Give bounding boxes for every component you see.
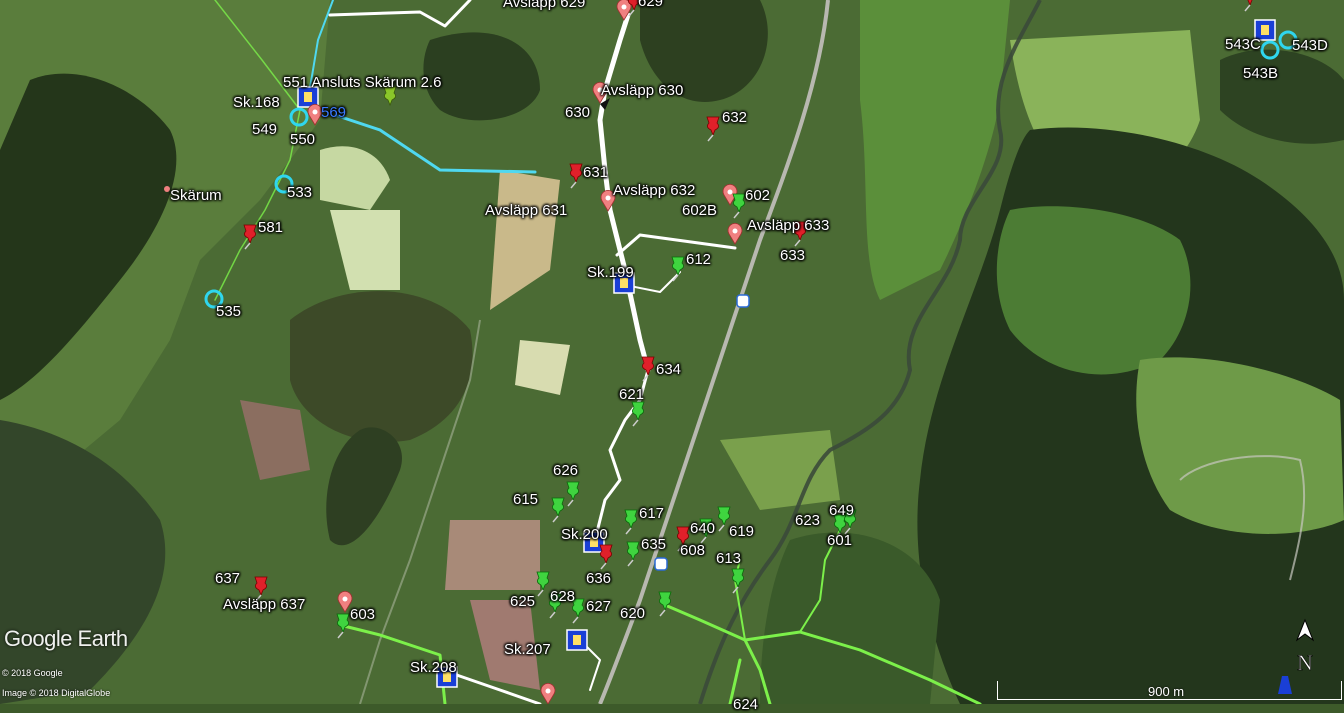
- label-617: 617: [639, 505, 665, 522]
- label-630: 630: [565, 104, 591, 121]
- label-621: 621: [619, 386, 645, 403]
- label-627: 627: [586, 598, 612, 615]
- label-581: 581: [258, 219, 284, 236]
- label-624: 624: [733, 696, 759, 713]
- label-631: 631: [583, 164, 609, 181]
- label-619: 619: [729, 523, 755, 540]
- label-569: 569: [321, 104, 347, 121]
- label-535: 535: [216, 303, 242, 320]
- label-620: 620: [620, 605, 646, 622]
- label-632: 632: [722, 109, 748, 126]
- label-634: 634: [656, 361, 682, 378]
- label-633: 633: [780, 247, 806, 264]
- label-533: 533: [287, 184, 313, 201]
- label-637: 637: [215, 570, 241, 587]
- label-615: 615: [513, 491, 539, 508]
- label-549: 549: [252, 121, 278, 138]
- label-636: 636: [586, 570, 612, 587]
- copyright-imagery: Image © 2018 DigitalGlobe: [2, 688, 111, 698]
- label-543c: 543C: [1225, 36, 1261, 53]
- label-601: 601: [827, 532, 853, 549]
- label-602b: 602B: [682, 202, 718, 219]
- label-avslapp-637: Avsläpp 637: [223, 596, 306, 613]
- satellite-map[interactable]: [0, 0, 1344, 704]
- label-avslapp-633: Avsläpp 633: [747, 217, 830, 234]
- label-543d: 543D: [1292, 37, 1328, 54]
- label-sk208: Sk.208: [410, 659, 457, 676]
- label-sk199: Sk.199: [587, 264, 634, 281]
- label-635: 635: [641, 536, 667, 553]
- label-543b: 543B: [1243, 65, 1279, 82]
- label-avslapp-629: Avsläpp 629: [503, 0, 586, 11]
- label-612: 612: [686, 251, 712, 268]
- label-sk207: Sk.207: [504, 641, 551, 658]
- label-649: 649: [829, 502, 855, 519]
- label-sk200: Sk.200: [561, 526, 608, 543]
- label-603: 603: [350, 606, 376, 623]
- label-602: 602: [745, 187, 771, 204]
- copyright-google: © 2018 Google: [2, 668, 63, 678]
- label-sk168: Sk.168: [233, 94, 280, 111]
- label-608: 608: [680, 542, 706, 559]
- label-640: 640: [690, 520, 716, 537]
- label-629: 629: [638, 0, 664, 10]
- label-551: 551 Ansluts Skärum 2.6: [283, 74, 442, 91]
- label-626: 626: [553, 462, 579, 479]
- scale-label: 900 m: [1148, 684, 1185, 699]
- label-avslapp-630: Avsläpp 630: [601, 82, 684, 99]
- label-avslapp-632: Avsläpp 632: [613, 182, 696, 199]
- google-earth-watermark: Google Earth: [4, 626, 128, 651]
- label-628: 628: [550, 588, 576, 605]
- label-625: 625: [510, 593, 536, 610]
- label-623: 623: [795, 512, 821, 529]
- label-550: 550: [290, 131, 316, 148]
- label-avslapp-631: Avsläpp 631: [485, 202, 568, 219]
- north-label: N: [1297, 650, 1313, 674]
- north-arrow-icon[interactable]: N: [1292, 618, 1318, 674]
- label-skarum: Skärum: [170, 187, 222, 204]
- label-613: 613: [716, 550, 742, 567]
